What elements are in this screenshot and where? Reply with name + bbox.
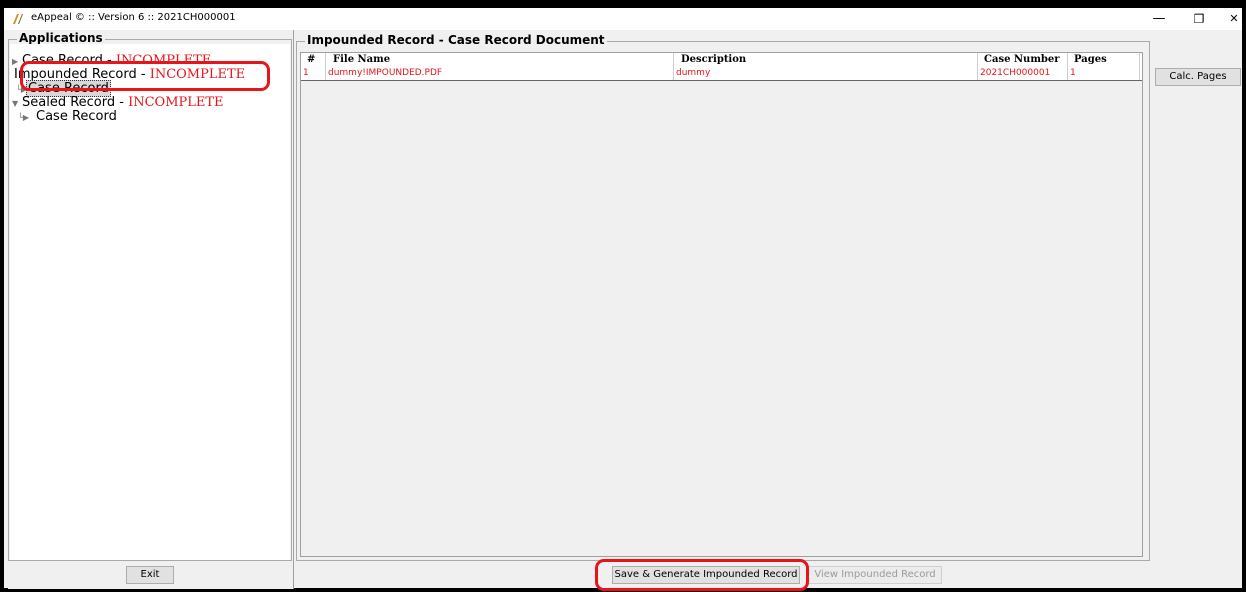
tree-connector-icon: └▶ bbox=[18, 113, 29, 122]
status-incomplete: INCOMPLETE bbox=[128, 95, 224, 110]
column-header-number: # bbox=[307, 54, 316, 65]
cell-description: dummy bbox=[676, 68, 711, 78]
document-legend: Impounded Record - Case Record Document bbox=[305, 33, 607, 47]
exit-button[interactable]: Exit bbox=[126, 566, 174, 584]
column-divider bbox=[673, 53, 674, 80]
tree-item-label: Case Record - bbox=[22, 53, 116, 68]
tree-item-label: Case Record bbox=[36, 109, 117, 124]
app-logo-icon bbox=[13, 14, 23, 24]
save-generate-button[interactable]: Save & Generate Impounded Record bbox=[612, 566, 800, 584]
tree-item-label: Sealed Record - bbox=[22, 95, 129, 110]
documents-table: # File Name Description Case Number Page… bbox=[300, 52, 1143, 557]
column-header-pages: Pages bbox=[1074, 54, 1107, 65]
cell-case-number: 2021CH000001 bbox=[980, 68, 1051, 78]
view-impounded-record-button[interactable]: View Impounded Record bbox=[808, 566, 942, 584]
column-divider bbox=[325, 53, 326, 80]
table-header: # File Name Description Case Number Page… bbox=[301, 53, 1142, 67]
restore-button[interactable]: ❐ bbox=[1184, 9, 1214, 29]
tree-item-sealed-case-record[interactable]: └▶ Case Record bbox=[18, 110, 117, 125]
applications-legend: Applications bbox=[17, 31, 105, 45]
applications-tree[interactable]: ▶ Case Record - INCOMPLETE Impounded Reco… bbox=[10, 44, 290, 560]
status-incomplete: INCOMPLETE bbox=[115, 53, 212, 68]
table-row[interactable]: 1 dummy!IMPOUNDED.PDF dummy 2021CH000001… bbox=[301, 67, 1142, 81]
column-header-case-number: Case Number bbox=[984, 54, 1060, 65]
applications-group: Applications ▶ Case Record - INCOMPLETE I… bbox=[8, 31, 292, 561]
column-divider bbox=[977, 53, 978, 80]
cell-pages: 1 bbox=[1070, 68, 1076, 78]
close-button[interactable]: ✕ bbox=[1219, 9, 1246, 29]
title-bar: eAppeal © :: Version 6 :: 2021CH000001 —… bbox=[4, 8, 1242, 30]
left-pane: Applications ▶ Case Record - INCOMPLETE I… bbox=[8, 30, 294, 589]
cell-number: 1 bbox=[303, 68, 309, 78]
cell-file-name: dummy!IMPOUNDED.PDF bbox=[328, 68, 443, 78]
column-header-description: Description bbox=[681, 54, 747, 65]
column-header-file-name: File Name bbox=[333, 54, 391, 65]
column-divider bbox=[1067, 53, 1068, 80]
minimize-button[interactable]: — bbox=[1144, 9, 1174, 29]
status-incomplete: INCOMPLETE bbox=[149, 67, 246, 82]
chevron-down-icon: ▼ bbox=[12, 99, 19, 108]
window-title: eAppeal © :: Version 6 :: 2021CH000001 bbox=[31, 12, 236, 23]
column-divider bbox=[1139, 53, 1140, 80]
calc-pages-button[interactable]: Calc. Pages bbox=[1155, 68, 1241, 86]
